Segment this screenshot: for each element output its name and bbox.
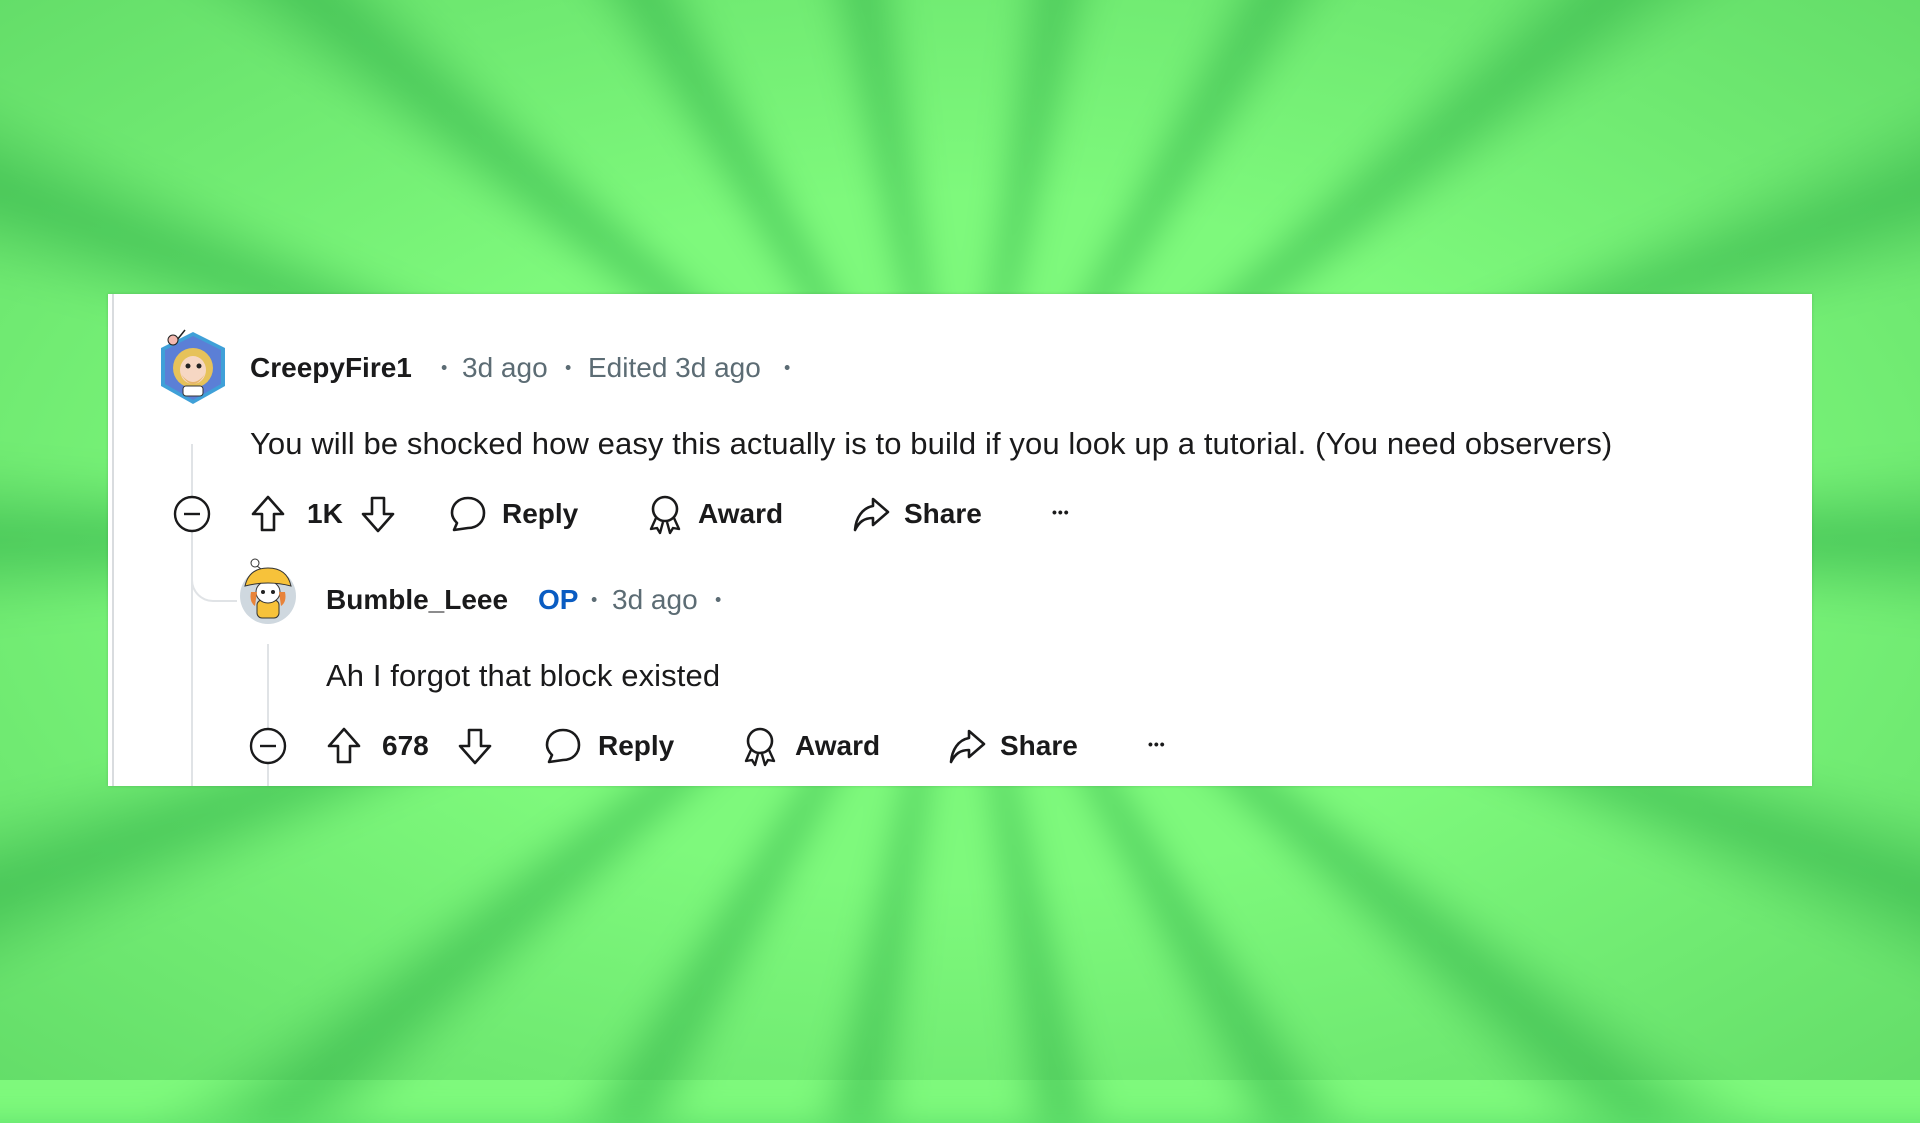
upvote-arrow-icon (327, 727, 361, 764)
downvote-arrow-icon (361, 496, 395, 533)
more-options-icon: ••• (1148, 736, 1166, 752)
award-ribbon-icon (741, 725, 779, 767)
collapse-reply-button[interactable] (248, 726, 288, 766)
collapse-icon (249, 727, 287, 765)
comment-body: You will be shocked how easy this actual… (250, 426, 1613, 461)
op-badge: OP (538, 584, 579, 615)
collapse-thread-button[interactable] (172, 494, 212, 534)
vote-score: 1K (307, 498, 343, 529)
award-button[interactable]: Award (646, 490, 806, 538)
upvote-arrow-icon (251, 495, 285, 532)
comment-edited-timestamp: Edited 3d ago (588, 352, 761, 383)
thread-line-reply-lower (267, 764, 269, 786)
thread-line-reply (267, 644, 269, 728)
card-left-edge (112, 294, 114, 786)
share-button[interactable]: Share (947, 722, 1097, 770)
avatar-bumble-leee[interactable] (235, 556, 301, 626)
comment-username[interactable]: CreepyFire1 (250, 352, 412, 384)
award-label: Award (698, 498, 784, 529)
thread-line-main (191, 444, 193, 496)
reply-timestamp[interactable]: 3d ago (612, 584, 698, 616)
award-ribbon-icon (646, 493, 684, 535)
reply-button[interactable]: Reply (543, 722, 683, 770)
meta-separator: • (591, 589, 598, 610)
vote-score: 678 (382, 730, 429, 761)
reply-body: Ah I forgot that block existed (326, 658, 721, 693)
downvote-button[interactable] (360, 494, 396, 534)
reply-button[interactable]: Reply (448, 490, 588, 538)
reply-username[interactable]: Bumble_Leee (326, 584, 508, 616)
share-label: Share (904, 498, 982, 529)
more-options-button[interactable]: ••• (1048, 494, 1088, 534)
comment-bubble-icon (543, 726, 583, 766)
upvote-button[interactable] (250, 494, 286, 534)
meta-separator: • (565, 357, 572, 378)
comment-thread-card: CreepyFire1 • 3d ago • Edited 3d ago • Y… (108, 294, 1812, 786)
meta-separator: • (715, 589, 722, 610)
comment-bubble-icon (448, 494, 488, 534)
avatar-bumble-leee-icon (240, 558, 296, 624)
avatar-creepyfire1[interactable] (155, 326, 231, 406)
reply-label: Reply (502, 498, 579, 529)
meta-separator: • (784, 357, 791, 378)
avatar-creepyfire1-icon (161, 329, 225, 404)
comment-timestamp[interactable]: 3d ago (462, 352, 548, 384)
thread-curve-to-reply (191, 532, 237, 602)
downvote-button[interactable] (457, 726, 493, 766)
share-arrow-icon (947, 726, 987, 766)
upvote-button[interactable] (326, 726, 362, 766)
share-button[interactable]: Share (851, 490, 1001, 538)
award-button[interactable]: Award (741, 722, 901, 770)
meta-separator: • (441, 357, 448, 378)
award-label: Award (795, 730, 881, 761)
share-label: Share (1000, 730, 1078, 761)
more-options-button[interactable]: ••• (1144, 726, 1184, 766)
more-options-icon: ••• (1052, 504, 1070, 520)
reply-label: Reply (598, 730, 675, 761)
share-arrow-icon (851, 494, 891, 534)
collapse-icon (173, 495, 211, 533)
downvote-arrow-icon (458, 728, 492, 765)
